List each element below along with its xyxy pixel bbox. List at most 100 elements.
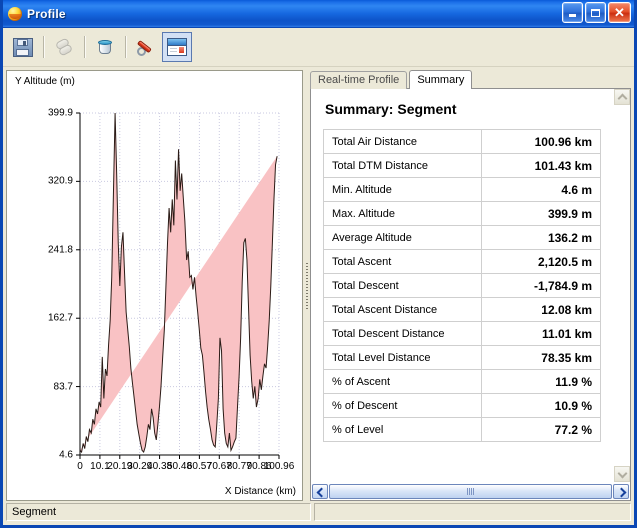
tab-real-time-profile[interactable]: Real-time Profile (310, 71, 408, 89)
splitter-grip (305, 262, 308, 309)
row-value: 2,120.5 m (480, 249, 602, 274)
window-title: Profile (27, 6, 66, 21)
row-label: Total Descent Distance (323, 321, 482, 346)
chevron-right-icon (618, 488, 625, 495)
window-controls: ✕ (562, 2, 631, 23)
altitude-profile-chart[interactable]: Y Altitude (m) 4.6 83.7 162.7 241.8 320.9 399… (6, 70, 303, 501)
row-label: Total Descent (323, 273, 482, 298)
row-label: Max. Altitude (323, 201, 482, 226)
vertical-scroll-track[interactable] (614, 105, 630, 466)
table-row: Total Air Distance 100.96 km (323, 129, 602, 154)
table-row: Total Descent -1,784.9 m (323, 273, 602, 298)
maximize-button[interactable] (585, 2, 606, 23)
x-axis-title: X Distance (km) (224, 486, 296, 497)
table-row: Average Altitude 136.2 m (323, 225, 602, 250)
row-label: % of Ascent (323, 369, 482, 394)
status-segment: Segment (6, 503, 311, 521)
minimize-button[interactable] (562, 2, 583, 23)
row-label: Total Level Distance (323, 345, 482, 370)
row-label: Total DTM Distance (323, 153, 482, 178)
scroll-left-button[interactable] (312, 484, 328, 499)
row-value: 399.9 m (480, 201, 602, 226)
row-value: 136.2 m (480, 225, 602, 250)
row-value: 77.2 % (480, 417, 602, 442)
profile-window: Profile ✕ Y Altitude (m) 4.6 83.7 162.7 … (0, 0, 637, 528)
status-bar: Segment (3, 501, 634, 525)
table-row: % of Descent 10.9 % (323, 393, 602, 418)
toolbar (3, 28, 634, 67)
y-axis-tick-label: 399.9 (47, 107, 73, 119)
tab-page-summary: Summary: Segment Total Air Distance 100.9… (310, 88, 631, 501)
summary-table: Total Air Distance 100.96 km Total DTM Dis… (323, 129, 602, 442)
table-row: Total DTM Distance 101.43 km (323, 153, 602, 178)
chevron-up-icon (619, 94, 626, 101)
table-row: % of Ascent 11.9 % (323, 369, 602, 394)
row-label: Min. Altitude (323, 177, 482, 202)
table-row: Min. Altitude 4.6 m (323, 177, 602, 202)
main-body: Y Altitude (m) 4.6 83.7 162.7 241.8 320.9 399… (3, 67, 634, 501)
table-row: Max. Altitude 399.9 m (323, 201, 602, 226)
chevron-down-icon (619, 471, 626, 478)
scroll-up-button[interactable] (614, 89, 630, 105)
row-value: 11.01 km (480, 321, 602, 346)
close-button[interactable]: ✕ (608, 2, 631, 23)
row-label: % of Descent (323, 393, 482, 418)
table-row: Total Ascent 2,120.5 m (323, 249, 602, 274)
floppy-disk-icon (13, 37, 33, 57)
row-label: Average Altitude (323, 225, 482, 250)
x-axis-tick-labels: 0 10.1 20.19 30.29 40.38 50.48 60.57 70.67 80.77… (7, 461, 302, 477)
row-value: 78.35 km (480, 345, 602, 370)
layout-button[interactable] (162, 32, 192, 62)
row-label: % of Level (323, 417, 482, 442)
row-label: Total Ascent (323, 249, 482, 274)
tab-summary[interactable]: Summary (409, 70, 473, 89)
summary-scroll-region: Summary: Segment Total Air Distance 100.9… (311, 89, 630, 482)
capsules-button[interactable] (49, 32, 79, 62)
chart-plot-area (76, 112, 280, 459)
y-axis-tick-label: 83.7 (53, 381, 73, 393)
horizontal-scroll-thumb[interactable] (329, 484, 612, 499)
tab-strip: Real-time Profile Summary (310, 70, 631, 89)
status-extra (314, 503, 631, 521)
x-axis-tick-label: 100.96 (263, 461, 295, 472)
row-label: Total Ascent Distance (323, 297, 482, 322)
tools-button[interactable] (131, 32, 161, 62)
minimize-icon (569, 14, 576, 17)
title-bar: Profile ✕ (3, 0, 634, 28)
scroll-thumb-grip (466, 488, 475, 495)
wrench-pen-icon (136, 37, 156, 57)
globe-icon (7, 6, 23, 22)
bucket-button[interactable] (90, 32, 120, 62)
panel-splitter[interactable] (303, 70, 310, 501)
horizontal-scrollbar[interactable] (311, 482, 630, 500)
save-button[interactable] (8, 32, 38, 62)
table-row: Total Level Distance 78.35 km (323, 345, 602, 370)
scroll-right-button[interactable] (613, 484, 629, 499)
chart-svg (76, 112, 280, 459)
y-axis-tick-label: 241.8 (47, 244, 73, 256)
chevron-left-icon (317, 488, 324, 495)
scroll-down-button[interactable] (614, 466, 630, 482)
row-value: -1,784.9 m (480, 273, 602, 298)
close-icon: ✕ (614, 4, 625, 20)
maximize-icon (591, 8, 600, 17)
y-axis-tick-labels: 4.6 83.7 162.7 241.8 320.9 399.9 (7, 108, 73, 461)
table-row: Total Ascent Distance 12.08 km (323, 297, 602, 322)
capsules-icon (54, 37, 74, 57)
paint-bucket-icon (95, 37, 115, 57)
summary-panel: Real-time Profile Summary Summary: Segme… (310, 70, 631, 501)
summary-heading: Summary: Segment (325, 101, 457, 117)
row-value: 10.9 % (480, 393, 602, 418)
y-axis-title: Y Altitude (m) (15, 76, 75, 87)
y-axis-tick-label: 320.9 (47, 175, 73, 187)
row-value: 100.96 km (480, 129, 602, 154)
title-bar-left: Profile (3, 6, 66, 22)
row-label: Total Air Distance (323, 129, 482, 154)
y-axis-tick-label: 162.7 (47, 312, 73, 324)
row-value: 4.6 m (480, 177, 602, 202)
vertical-scrollbar[interactable] (613, 89, 630, 482)
table-row: Total Descent Distance 11.01 km (323, 321, 602, 346)
x-axis-tick-label: 0 (77, 461, 83, 472)
y-axis-tick-label: 4.6 (59, 449, 73, 461)
window-layout-icon (167, 38, 187, 56)
